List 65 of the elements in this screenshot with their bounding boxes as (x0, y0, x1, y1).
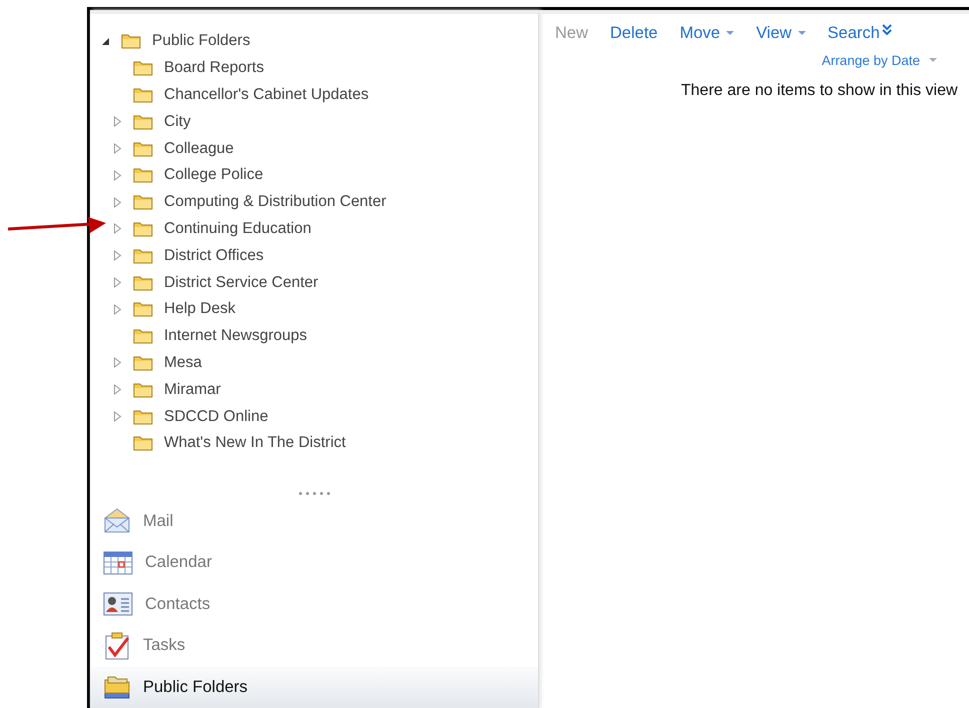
expand-icon[interactable] (113, 196, 122, 208)
folder-label[interactable]: Help Desk (164, 300, 236, 318)
expand-icon[interactable] (113, 223, 122, 234)
caret-icon (798, 31, 806, 36)
toolbar-button[interactable]: Move (680, 24, 734, 43)
folder-icon (133, 114, 153, 130)
folders-stack-icon (103, 674, 131, 700)
folder-label[interactable]: Colleague (164, 140, 234, 158)
folder-label[interactable]: City (164, 112, 191, 131)
expand-icon[interactable] (113, 411, 122, 422)
folder-icon (133, 86, 153, 103)
collapse-icon[interactable] (101, 36, 110, 46)
folder-label[interactable]: Internet Newsgroups (164, 327, 308, 346)
resize-grip-icon[interactable] (296, 490, 332, 496)
folder-icon (133, 60, 153, 76)
contact-card-icon (103, 592, 133, 616)
expand-icon[interactable] (113, 357, 122, 368)
expand-icon[interactable] (113, 277, 122, 288)
folder-label[interactable]: Continuing Education (164, 220, 312, 238)
folder-icon (133, 248, 153, 264)
folder-icon (133, 382, 153, 398)
nav-item[interactable]: Mail (90, 500, 538, 542)
folder-label[interactable]: Chancellor's Cabinet Updates (164, 86, 369, 104)
nav-item[interactable]: Calendar (90, 542, 538, 584)
nav-item[interactable]: Contacts (90, 584, 538, 625)
calendar-icon (103, 550, 133, 576)
folder-label[interactable]: Board Reports (164, 59, 264, 78)
clipboard-check-icon (103, 632, 131, 660)
folder-icon (133, 328, 153, 344)
caret-icon (726, 31, 734, 36)
folder-icon (133, 274, 153, 291)
folder-label[interactable]: Computing & Distribution Center (164, 193, 386, 212)
folder-label[interactable]: Mesa (164, 354, 202, 372)
folder-icon (133, 301, 153, 318)
folder-icon (133, 167, 153, 184)
arrange-by-dropdown[interactable]: Arrange by Date (822, 53, 937, 68)
folder-label[interactable]: District Offices (164, 246, 264, 265)
folder-icon (133, 354, 153, 371)
nav-item[interactable]: Tasks (90, 625, 538, 666)
folder-icon (133, 408, 153, 425)
envelope-icon (103, 508, 131, 534)
folder-label[interactable]: Miramar (164, 380, 221, 399)
toolbar-button[interactable]: Delete (610, 24, 658, 43)
expand-icon[interactable] (113, 250, 122, 262)
expand-icon[interactable] (113, 143, 122, 154)
folder-icon (133, 194, 153, 210)
expand-icon[interactable] (113, 116, 122, 128)
folder-label[interactable]: College Police (164, 166, 264, 184)
folder-label[interactable]: District Service Center (164, 274, 318, 292)
double-chevron-icon (882, 24, 892, 35)
folder-icon (133, 435, 153, 452)
folder-label[interactable]: Public Folders (152, 32, 250, 50)
folder-icon (133, 140, 153, 157)
toolbar-button[interactable]: Search (828, 24, 892, 43)
folder-label[interactable]: What's New In The District (164, 434, 346, 452)
folder-label[interactable]: SDCCD Online (164, 408, 268, 426)
empty-message: There are no items to show in this view (680, 81, 959, 100)
folder-icon (121, 33, 141, 50)
nav-item[interactable]: Public Folders (90, 666, 538, 708)
toolbar-button[interactable]: View (756, 24, 806, 43)
expand-icon[interactable] (113, 304, 122, 315)
folder-icon (133, 220, 153, 237)
caret-icon (929, 58, 937, 63)
expand-icon[interactable] (113, 384, 122, 396)
expand-icon[interactable] (113, 170, 122, 181)
